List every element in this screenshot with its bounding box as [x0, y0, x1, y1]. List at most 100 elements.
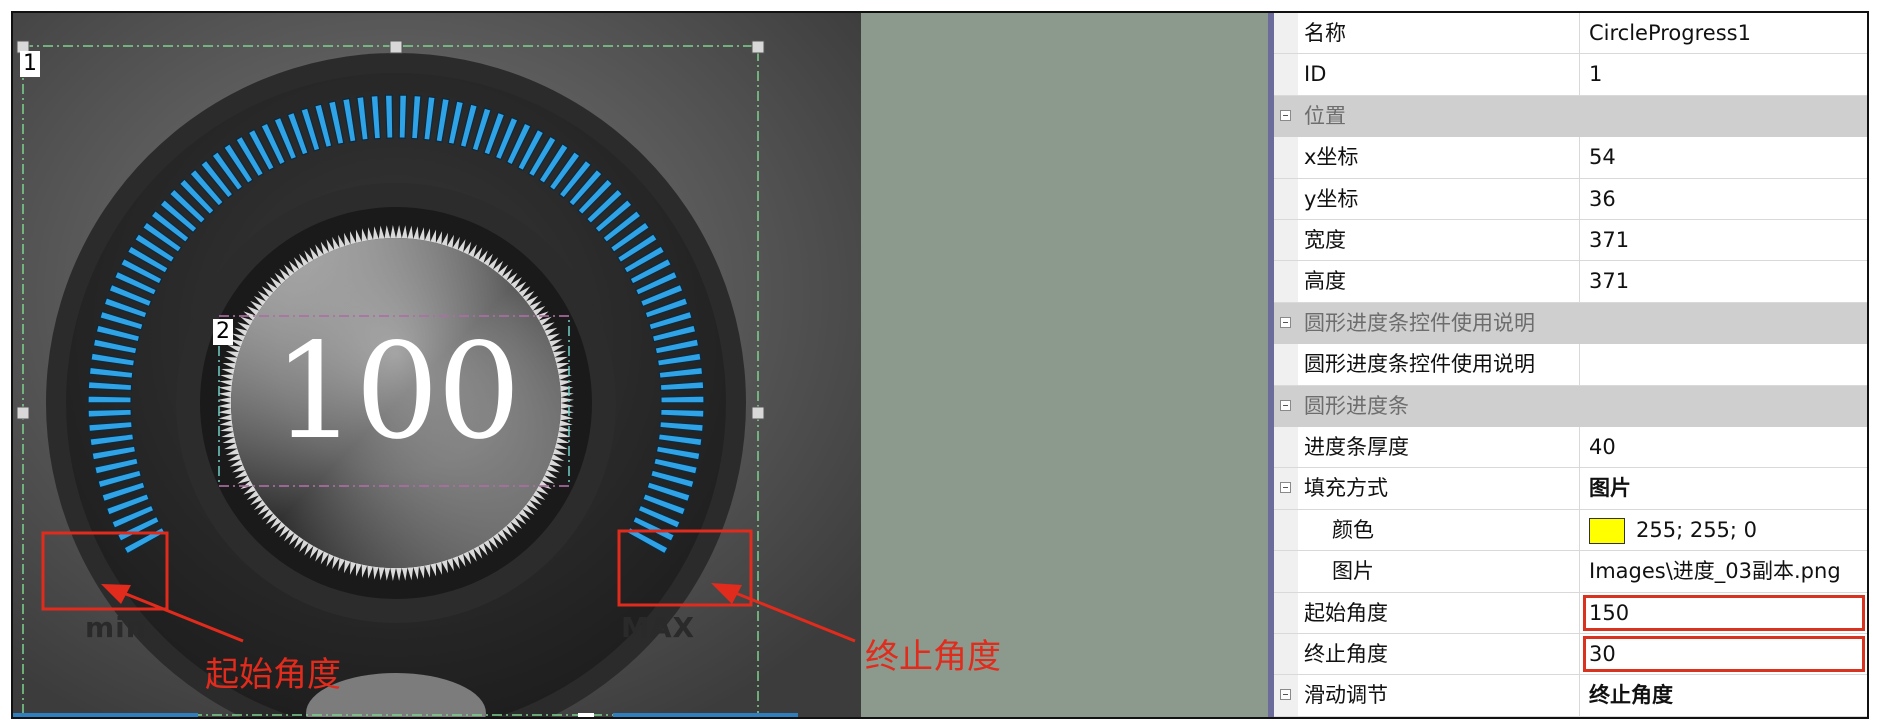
property-key: 高度: [1304, 269, 1346, 294]
property-value[interactable]: 255; 255; 0: [1636, 510, 1757, 551]
column-separator: [1579, 634, 1580, 675]
property-key: 名称: [1304, 21, 1346, 45]
row-gutter: [1274, 137, 1298, 178]
property-value[interactable]: 图片: [1589, 468, 1631, 509]
progress-segment: [398, 94, 408, 139]
property-key: 填充方式: [1304, 476, 1388, 501]
property-key: 进度条厚度: [1304, 435, 1409, 459]
column-separator: [1579, 427, 1580, 468]
column-separator: [1579, 468, 1580, 509]
category-row-pos[interactable]: 位置: [1274, 95, 1867, 138]
column-separator: [1579, 178, 1580, 219]
property-row-start[interactable]: 起始角度 150: [1274, 592, 1867, 634]
property-row-w[interactable]: 宽度 371: [1274, 220, 1867, 262]
column-separator: [1579, 592, 1580, 633]
collapse-toggle-icon[interactable]: [1280, 689, 1291, 701]
property-row-thick[interactable]: 进度条厚度 40: [1274, 427, 1867, 469]
editor-background-area: [861, 13, 1268, 717]
scale-min-label: min: [85, 611, 147, 644]
resize-handle: [751, 40, 765, 54]
property-value[interactable]: 371: [1589, 220, 1629, 261]
property-key: 颜色: [1332, 517, 1374, 542]
design-canvas[interactable]: 1 2 100 min MAX 起始角度: [13, 13, 861, 717]
property-key: ID: [1304, 62, 1327, 87]
row-gutter: [1274, 261, 1298, 302]
category-label: 圆形进度条: [1304, 393, 1409, 418]
collapse-toggle-icon[interactable]: [1280, 482, 1291, 494]
start-angle-annotation: 起始角度: [205, 655, 341, 695]
resize-handle: [389, 40, 403, 54]
property-value[interactable]: 终止角度: [1589, 675, 1673, 716]
property-row-h[interactable]: 高度 371: [1274, 261, 1867, 303]
property-value[interactable]: Images\进度_03副本.png: [1589, 551, 1841, 592]
property-row-slide[interactable]: 滑动调节 终止角度: [1274, 675, 1867, 717]
column-separator: [1579, 261, 1580, 302]
column-separator: [1579, 54, 1580, 95]
end-angle-annotation: 终止角度: [865, 637, 1001, 677]
progress-segment: [87, 395, 132, 404]
progress-segment: [660, 395, 705, 404]
property-row-color[interactable]: 颜色 255; 255; 0: [1274, 509, 1867, 552]
resize-handle: [751, 406, 765, 420]
row-gutter: [1274, 592, 1298, 633]
row-gutter: [1274, 344, 1298, 385]
column-separator: [1579, 220, 1580, 261]
property-key: 滑动调节: [1304, 683, 1388, 708]
row-gutter: [1274, 509, 1298, 551]
progress-segment: [384, 94, 394, 139]
property-row-end[interactable]: 终止角度 30: [1274, 634, 1867, 676]
collapse-toggle-icon[interactable]: [1280, 109, 1291, 121]
property-key: 圆形进度条控件使用说明: [1304, 352, 1535, 377]
progress-segment: [87, 408, 132, 418]
property-row-img[interactable]: 图片 Images\进度_03副本.png: [1274, 551, 1867, 593]
property-row-id[interactable]: ID 1: [1274, 54, 1867, 96]
property-value[interactable]: 40: [1589, 427, 1616, 468]
row-gutter: [1274, 54, 1298, 95]
property-value[interactable]: 54: [1589, 137, 1616, 178]
property-row-fill[interactable]: 填充方式 图片: [1274, 468, 1867, 510]
property-row-name[interactable]: 名称 CircleProgress1: [1274, 13, 1867, 55]
property-key: y坐标: [1304, 186, 1359, 211]
property-value[interactable]: CircleProgress1: [1589, 13, 1751, 54]
column-separator: [1579, 344, 1580, 385]
progress-segment: [660, 408, 705, 418]
property-key: 宽度: [1304, 228, 1346, 252]
resize-handle: [16, 406, 30, 420]
row-gutter: [1274, 13, 1298, 54]
property-row-y[interactable]: y坐标 36: [1274, 178, 1867, 220]
progress-value: 100: [273, 315, 521, 469]
scale-max-label: MAX: [621, 611, 696, 644]
control-label-2: 2: [213, 319, 233, 345]
category-row-circ[interactable]: 圆形进度条: [1274, 385, 1867, 427]
property-key: 图片: [1332, 559, 1374, 584]
color-swatch[interactable]: [1589, 517, 1625, 544]
collapse-toggle-icon[interactable]: [1280, 399, 1291, 411]
row-gutter: [1274, 551, 1298, 592]
property-key: 起始角度: [1304, 600, 1388, 625]
property-key: 终止角度: [1304, 642, 1388, 666]
property-row-x[interactable]: x坐标 54: [1274, 137, 1867, 179]
screenshot-frame: 1 2 100 min MAX 起始角度 终止角度 名称 CircleProgre…: [11, 11, 1869, 719]
row-gutter: [1274, 634, 1298, 675]
category-row-desc-cat[interactable]: 圆形进度条控件使用说明: [1274, 302, 1867, 345]
row-gutter: [1274, 178, 1298, 219]
control-label-1: 1: [20, 51, 40, 77]
property-value[interactable]: 371: [1589, 261, 1629, 302]
column-separator: [1579, 675, 1580, 716]
category-label: 圆形进度条控件使用说明: [1304, 310, 1535, 335]
column-separator: [1579, 551, 1580, 592]
row-gutter: [1274, 427, 1298, 468]
row-gutter: [1274, 220, 1298, 261]
property-key: x坐标: [1304, 145, 1359, 170]
column-separator: [1579, 13, 1580, 54]
property-grid[interactable]: 名称 CircleProgress1 ID 1 位置 x坐标 54 y坐标 36 宽度 371 高度 3…: [1274, 13, 1867, 717]
property-row-desc[interactable]: 圆形进度条控件使用说明: [1274, 344, 1867, 386]
property-value[interactable]: 36: [1589, 179, 1616, 220]
property-value[interactable]: 1: [1589, 54, 1602, 95]
collapse-toggle-icon[interactable]: [1280, 316, 1291, 328]
resize-handle: [578, 713, 594, 717]
column-separator: [1579, 509, 1580, 551]
column-separator: [1579, 137, 1580, 178]
category-label: 位置: [1304, 103, 1346, 128]
highlight-box: [1583, 636, 1865, 672]
